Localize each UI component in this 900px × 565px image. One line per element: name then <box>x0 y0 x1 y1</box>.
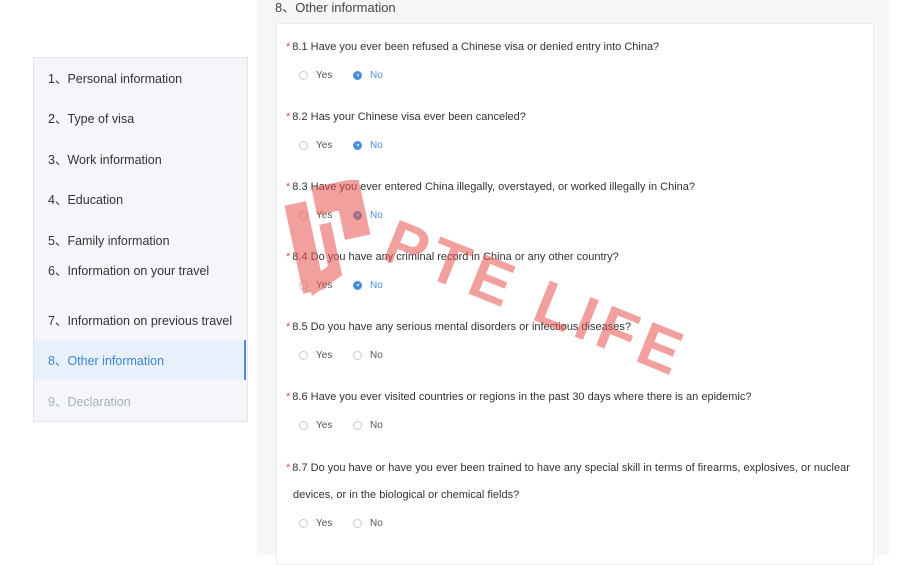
radio-yes[interactable]: Yes <box>299 278 332 292</box>
question-8-4: * 8.4 Do you have any criminal record in … <box>286 250 619 264</box>
radio-circle-icon <box>299 518 308 528</box>
radio-circle-icon <box>299 350 308 360</box>
section-title: 8、Other information <box>275 0 396 15</box>
radio-label: Yes <box>316 517 333 529</box>
radio-label: No <box>370 209 383 221</box>
questions-card <box>276 23 874 565</box>
radio-yes[interactable]: Yes <box>299 418 332 432</box>
question-text: 8.2 Has your Chinese visa ever been canc… <box>292 111 526 123</box>
radio-no[interactable]: No <box>353 138 383 152</box>
radio-label: Yes <box>316 139 333 151</box>
radio-label: No <box>370 517 383 529</box>
radio-yes[interactable]: Yes <box>299 138 332 152</box>
sidebar-item-travel-information[interactable]: 6、Information on your travel <box>48 263 209 279</box>
sidebar-item-type-of-visa[interactable]: 2、Type of visa <box>48 111 134 127</box>
required-mark: * <box>286 41 291 53</box>
radio-label: Yes <box>316 419 333 431</box>
radio-no[interactable]: No <box>353 516 383 530</box>
radio-label: No <box>370 279 383 291</box>
radio-label: Yes <box>316 69 333 81</box>
question-8-7-line2: devices, or in the biological or chemica… <box>293 489 520 501</box>
question-8-1: * 8.1 Have you ever been refused a Chines… <box>286 40 659 54</box>
radio-label: Yes <box>316 209 333 221</box>
radio-label: No <box>370 139 383 151</box>
question-text: 8.5 Do you have any serious mental disor… <box>292 321 632 333</box>
radio-circle-icon <box>353 518 362 528</box>
question-text: 8.4 Do you have any criminal record in C… <box>292 251 619 263</box>
radio-label: No <box>370 419 383 431</box>
radio-circle-icon <box>353 350 362 360</box>
radio-yes[interactable]: Yes <box>299 208 332 222</box>
question-8-5: * 8.5 Do you have any serious mental diso… <box>286 320 631 334</box>
radio-label: No <box>370 69 383 81</box>
radio-circle-icon <box>299 140 308 150</box>
question-text: 8.3 Have you ever entered China illegall… <box>292 181 696 193</box>
radio-no[interactable]: No <box>353 348 383 362</box>
sidebar-nav: 1、Personal information 2、Type of visa 3、… <box>33 57 248 422</box>
sidebar-item-family-information[interactable]: 5、Family information <box>48 233 170 249</box>
radio-label: No <box>370 349 383 361</box>
question-8-3: * 8.3 Have you ever entered China illegal… <box>286 180 695 194</box>
sidebar-item-label: 8、Other information <box>48 354 165 368</box>
radio-label: Yes <box>316 349 333 361</box>
radio-checked-icon <box>353 70 362 80</box>
question-text: 8.7 Do you have or have you ever been tr… <box>292 462 850 474</box>
required-mark: * <box>286 321 291 333</box>
radio-checked-icon <box>353 210 362 220</box>
sidebar-item-work-information[interactable]: 3、Work information <box>48 152 162 168</box>
required-mark: * <box>286 181 291 193</box>
required-mark: * <box>286 111 291 123</box>
question-8-2: * 8.2 Has your Chinese visa ever been can… <box>286 110 526 124</box>
sidebar-item-declaration: 9、Declaration <box>48 395 131 409</box>
question-8-7: * 8.7 Do you have or have you ever been t… <box>286 461 850 475</box>
radio-checked-icon <box>353 280 362 290</box>
radio-circle-icon <box>299 210 308 220</box>
radio-label: Yes <box>316 279 333 291</box>
radio-circle-icon <box>299 70 308 80</box>
sidebar-item-other-information[interactable]: 8、Other information <box>34 340 246 380</box>
radio-no[interactable]: No <box>353 68 383 82</box>
question-text: 8.1 Have you ever been refused a Chinese… <box>292 41 660 53</box>
radio-yes[interactable]: Yes <box>299 516 332 530</box>
radio-no[interactable]: No <box>353 418 383 432</box>
radio-circle-icon <box>299 280 308 290</box>
question-8-6: * 8.6 Have you ever visited countries or … <box>286 390 751 404</box>
radio-no[interactable]: No <box>353 278 383 292</box>
required-mark: * <box>286 462 291 474</box>
required-mark: * <box>286 391 291 403</box>
radio-yes[interactable]: Yes <box>299 348 332 362</box>
radio-circle-icon <box>299 420 308 430</box>
radio-checked-icon <box>353 140 362 150</box>
radio-no[interactable]: No <box>353 208 383 222</box>
sidebar-item-previous-travel[interactable]: 7、Information on previous travel <box>48 313 232 329</box>
required-mark: * <box>286 251 291 263</box>
radio-circle-icon <box>353 420 362 430</box>
radio-yes[interactable]: Yes <box>299 68 332 82</box>
sidebar-item-personal-information[interactable]: 1、Personal information <box>48 71 182 87</box>
question-text: 8.6 Have you ever visited countries or r… <box>292 391 752 403</box>
sidebar-item-education[interactable]: 4、Education <box>48 192 123 208</box>
